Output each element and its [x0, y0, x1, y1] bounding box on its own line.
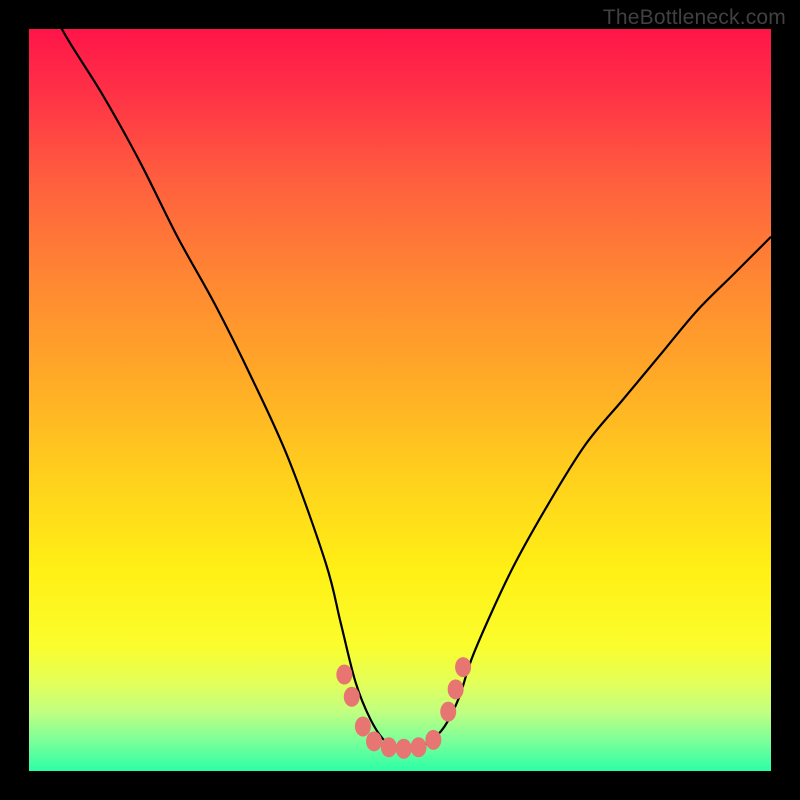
chart-frame: TheBottleneck.com — [0, 0, 800, 800]
valley-marker — [440, 702, 456, 722]
valley-marker — [336, 665, 352, 685]
bottleneck-curve — [29, 0, 771, 750]
valley-marker — [381, 737, 397, 757]
valley-marker — [425, 730, 441, 750]
valley-marker — [366, 731, 382, 751]
valley-marker — [455, 657, 471, 677]
chart-svg — [29, 29, 771, 771]
watermark-text: TheBottleneck.com — [603, 6, 786, 30]
valley-marker — [396, 739, 412, 759]
valley-marker — [411, 737, 427, 757]
valley-marker — [448, 679, 464, 699]
plot-area — [29, 29, 771, 771]
valley-marker — [344, 687, 360, 707]
valley-marker — [355, 716, 371, 736]
valley-markers — [336, 657, 471, 759]
